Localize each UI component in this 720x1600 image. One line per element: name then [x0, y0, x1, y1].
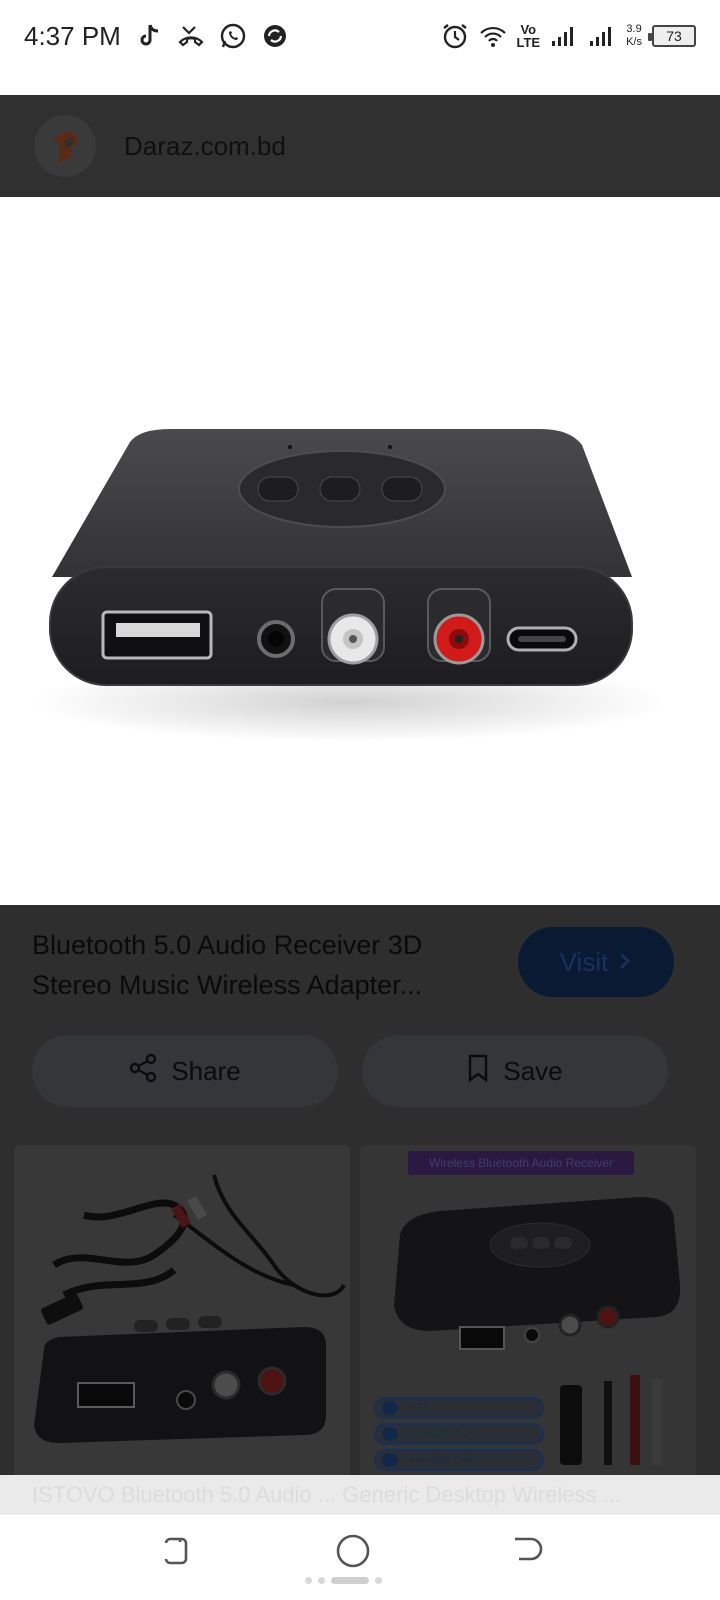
status-bar: 4:37 PM Vo LTE 3.9 K/s 73 — [0, 0, 720, 72]
back-icon — [515, 1537, 543, 1561]
product-image[interactable] — [0, 197, 720, 905]
check-icon — [382, 1453, 398, 1467]
badge-label: NFC — [410, 1402, 431, 1414]
whatsapp-icon — [219, 22, 247, 50]
check-icon — [382, 1427, 398, 1441]
product-title: Bluetooth 5.0 Audio Receiver 3D Stereo M… — [32, 930, 423, 1000]
site-name: Daraz.com.bd — [124, 130, 286, 161]
page-dot — [375, 1577, 382, 1584]
product-title-area[interactable]: Bluetooth 5.0 Audio Receiver 3D Stereo M… — [32, 925, 502, 1005]
speed-unit: K/s — [626, 36, 642, 48]
page-dot-active — [331, 1577, 369, 1584]
check-icon — [382, 1401, 398, 1415]
page-dot — [305, 1577, 312, 1584]
chevron-right-icon — [618, 947, 632, 978]
visit-label: Visit — [559, 946, 609, 977]
recent-apps-button[interactable] — [146, 1521, 206, 1581]
notification-icons — [135, 22, 289, 50]
badge-label: Handfree Call — [410, 1454, 472, 1466]
cables-and-receiver-illustration — [14, 1145, 350, 1475]
product-info-panel: Bluetooth 5.0 Audio Receiver 3D Stereo M… — [0, 905, 720, 1475]
feature-badge-nfc: NFC — [374, 1397, 544, 1419]
save-button[interactable]: Save — [362, 1035, 668, 1107]
source-site-bar[interactable]: Daraz.com.bd — [0, 95, 720, 197]
badge-label: Bluetooth 5.0 — [410, 1428, 469, 1440]
bookmark-icon — [467, 1054, 489, 1089]
related-image-1[interactable] — [14, 1145, 350, 1475]
feature-badge-bluetooth: Bluetooth 5.0 — [374, 1423, 544, 1445]
wifi-icon — [479, 22, 507, 50]
action-row: Share Save — [32, 1035, 668, 1107]
volte-indicator: Vo LTE — [517, 23, 541, 49]
page-dot — [318, 1577, 325, 1584]
signal-icon-sim1 — [550, 22, 578, 50]
home-icon — [336, 1534, 370, 1568]
alarm-icon — [441, 22, 469, 50]
bluetooth-receiver-illustration — [7, 429, 670, 742]
recents-icon — [164, 1537, 188, 1565]
share-button[interactable]: Share — [32, 1035, 338, 1107]
speed-value: 3.9 — [626, 23, 642, 35]
home-button[interactable] — [323, 1521, 383, 1581]
system-icons: Vo LTE 3.9 K/s 73 — [441, 22, 696, 50]
save-label: Save — [503, 1055, 563, 1086]
visit-button[interactable]: Visit — [518, 927, 674, 997]
status-time: 4:37 PM — [24, 20, 121, 51]
related-image-2[interactable]: Wireless Bluetooth Audio Receiver NFC Bl… — [360, 1145, 696, 1475]
next-result-caption[interactable]: ISTOVO Bluetooth 5.0 Audio ... Generic D… — [0, 1475, 720, 1515]
volte-bottom: LTE — [516, 35, 541, 50]
daraz-logo-icon — [34, 115, 96, 177]
feature-badge-handsfree: Handfree Call — [374, 1449, 544, 1471]
system-navigation-bar — [0, 1515, 720, 1600]
thumbnail-banner: Wireless Bluetooth Audio Receiver — [408, 1151, 634, 1175]
page-indicator — [305, 1577, 382, 1584]
missed-call-icon — [177, 22, 205, 50]
tiktok-icon — [135, 22, 163, 50]
back-button[interactable] — [498, 1521, 558, 1581]
network-speed: 3.9 K/s — [626, 23, 642, 49]
battery-icon: 73 — [648, 25, 696, 47]
share-icon — [129, 1053, 157, 1090]
image-preview-overlay: Daraz.com.bd Bluetooth 5.0 Audio Receive… — [0, 95, 720, 1475]
screen: 4:37 PM Vo LTE 3.9 K/s 73 Daraz.com.bd B… — [0, 0, 720, 1600]
battery-level: 73 — [666, 28, 682, 44]
sync-icon — [261, 22, 289, 50]
share-label: Share — [171, 1055, 241, 1086]
signal-icon-sim2 — [588, 22, 616, 50]
